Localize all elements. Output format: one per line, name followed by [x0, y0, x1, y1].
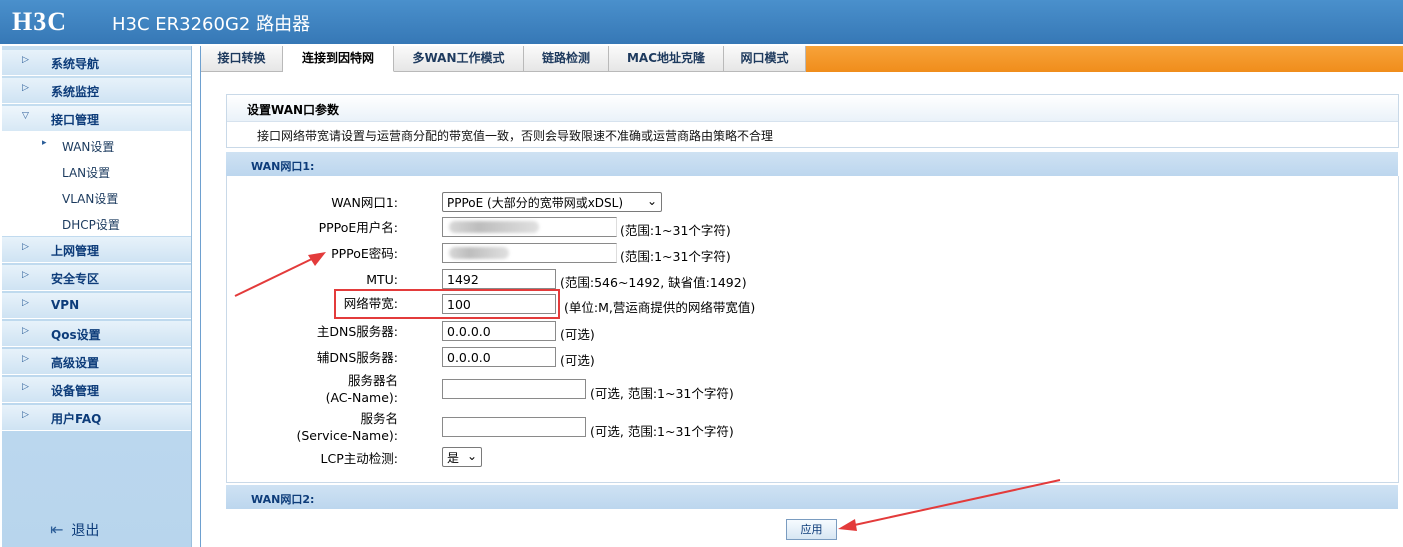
annotation-arrows: [234, 252, 1061, 531]
annotation-arrow-to-password: [234, 252, 326, 297]
annotation-arrow-to-apply: [838, 479, 1061, 531]
